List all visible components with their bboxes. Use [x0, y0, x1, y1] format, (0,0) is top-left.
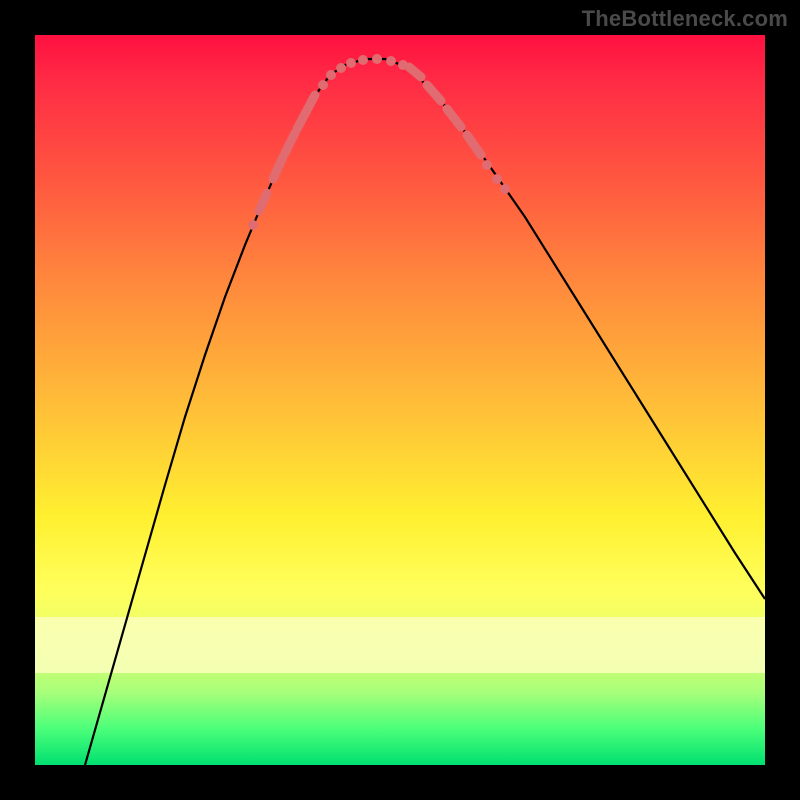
marker-dot [318, 80, 328, 90]
marker-segment [259, 193, 267, 211]
marker-dot [248, 220, 258, 230]
marker-segment [285, 133, 295, 153]
marker-layer [248, 54, 510, 230]
marker-dot [358, 55, 368, 65]
chart-svg [35, 35, 765, 765]
marker-dot [398, 60, 408, 70]
marker-dot [482, 160, 492, 170]
bottleneck-curve [85, 59, 765, 765]
marker-dot [372, 54, 382, 64]
marker-segment [409, 67, 421, 77]
marker-dot [336, 63, 346, 73]
chart-gradient-area [35, 35, 765, 765]
marker-segment [297, 95, 315, 129]
marker-dot [326, 70, 336, 80]
marker-dot [492, 174, 502, 184]
marker-segment [273, 157, 283, 179]
marker-dot [500, 184, 510, 194]
marker-segment [467, 135, 481, 155]
watermark-text: TheBottleneck.com [582, 6, 788, 32]
marker-segment [427, 85, 441, 101]
marker-segment [447, 109, 461, 127]
marker-dot [386, 56, 396, 66]
marker-dot [346, 58, 356, 68]
